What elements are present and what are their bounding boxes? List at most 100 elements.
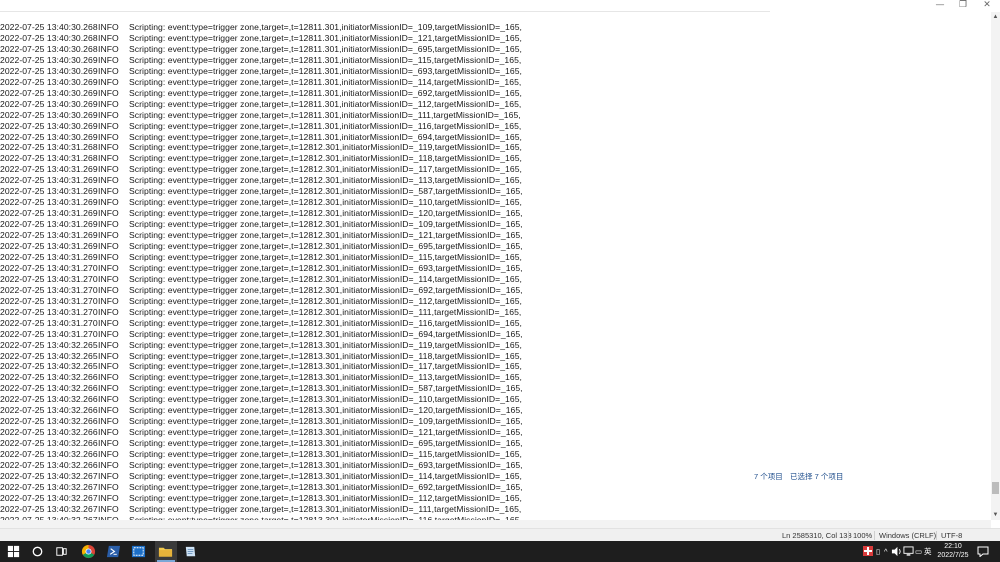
log-timestamp: 2022-07-25 13:40:31.270 bbox=[0, 317, 98, 328]
log-message: Scripting: event:type=trigger zone,targe… bbox=[129, 109, 521, 120]
log-message: Scripting: event:type=trigger zone,targe… bbox=[129, 131, 522, 142]
log-message: Scripting: event:type=trigger zone,targe… bbox=[129, 492, 522, 503]
cursor-position: Ln 2585310, Col 133 bbox=[782, 531, 852, 540]
log-message: Scripting: event:type=trigger zone,targe… bbox=[129, 470, 522, 481]
chrome-icon[interactable] bbox=[81, 544, 96, 559]
antivirus-icon[interactable] bbox=[862, 545, 874, 557]
scrollbar-thumb[interactable] bbox=[992, 482, 999, 494]
log-message: Scripting: event:type=trigger zone,targe… bbox=[129, 32, 522, 43]
log-timestamp: 2022-07-25 13:40:30.269 bbox=[0, 54, 98, 65]
log-level: INFO bbox=[98, 383, 119, 394]
log-timestamp: 2022-07-25 13:40:32.266 bbox=[0, 405, 98, 416]
chevron-up-icon[interactable]: ^ bbox=[884, 541, 888, 562]
log-message: Scripting: event:type=trigger zone,targe… bbox=[129, 427, 523, 438]
log-message: Scripting: event:type=trigger zone,targe… bbox=[129, 438, 523, 449]
log-message: Scripting: event:type=trigger zone,targe… bbox=[129, 503, 522, 514]
log-message: Scripting: event:type=trigger zone,targe… bbox=[129, 65, 522, 76]
log-level: INFO bbox=[98, 273, 119, 284]
log-level: INFO bbox=[98, 427, 119, 438]
log-message: Scripting: event:type=trigger zone,targe… bbox=[129, 22, 522, 32]
log-timestamp: 2022-07-25 13:40:31.269 bbox=[0, 197, 98, 208]
log-message: Scripting: event:type=trigger zone,targe… bbox=[129, 197, 522, 208]
log-message: Scripting: event:type=trigger zone,targe… bbox=[129, 230, 523, 241]
speaker-icon[interactable] bbox=[891, 546, 902, 557]
log-message: Scripting: event:type=trigger zone,targe… bbox=[129, 481, 523, 492]
log-timestamp: 2022-07-25 13:40:31.270 bbox=[0, 328, 98, 339]
log-message: Scripting: event:type=trigger zone,targe… bbox=[129, 175, 522, 186]
file-explorer-icon[interactable] bbox=[158, 544, 173, 559]
powershell-icon[interactable] bbox=[106, 544, 121, 559]
log-message: Scripting: event:type=trigger zone,targe… bbox=[129, 208, 523, 219]
log-level: INFO bbox=[98, 120, 119, 131]
log-timestamp: 2022-07-25 13:40:30.269 bbox=[0, 120, 98, 131]
zoom-level[interactable]: 100% bbox=[853, 530, 872, 541]
log-timestamp: 2022-07-25 13:40:31.270 bbox=[0, 262, 98, 273]
log-level: INFO bbox=[98, 317, 119, 328]
log-level: INFO bbox=[98, 262, 119, 273]
log-message: Scripting: event:type=trigger zone,targe… bbox=[129, 350, 522, 361]
log-level: INFO bbox=[98, 339, 119, 350]
battery-icon[interactable]: ▭ bbox=[915, 541, 922, 562]
maximize-button[interactable]: ❐ bbox=[953, 0, 973, 12]
log-timestamp: 2022-07-25 13:40:30.269 bbox=[0, 98, 98, 109]
vertical-scrollbar[interactable]: ▲ ▼ bbox=[991, 12, 1000, 520]
log-message: Scripting: event:type=trigger zone,targe… bbox=[129, 153, 522, 164]
log-level: INFO bbox=[98, 350, 119, 361]
status-divider bbox=[936, 531, 937, 540]
clock[interactable]: 22:10 2022/7/25 bbox=[935, 543, 971, 560]
log-message: Scripting: event:type=trigger zone,targe… bbox=[129, 262, 523, 273]
log-message: Scripting: event:type=trigger zone,targe… bbox=[129, 98, 522, 109]
search-circle-icon[interactable] bbox=[30, 544, 45, 559]
log-message: Scripting: event:type=trigger zone,targe… bbox=[129, 219, 523, 230]
notepad-icon[interactable] bbox=[183, 544, 198, 559]
log-level: INFO bbox=[98, 481, 119, 492]
log-level: INFO bbox=[98, 208, 119, 219]
log-level: INFO bbox=[98, 416, 119, 427]
network-icon[interactable] bbox=[903, 546, 914, 557]
line-ending[interactable]: Windows (CRLF) bbox=[879, 530, 936, 541]
log-level: INFO bbox=[98, 186, 119, 197]
log-level: INFO bbox=[98, 449, 119, 460]
status-divider bbox=[848, 531, 849, 540]
status-bar: Ln 2585310, Col 133 100% Windows (CRLF) … bbox=[0, 528, 1000, 542]
encoding[interactable]: UTF-8 bbox=[941, 530, 962, 541]
log-timestamp: 2022-07-25 13:40:31.270 bbox=[0, 306, 98, 317]
log-level: INFO bbox=[98, 241, 119, 251]
log-message: Scripting: event:type=trigger zone,targe… bbox=[129, 339, 522, 350]
close-button[interactable]: ✕ bbox=[977, 0, 997, 12]
scroll-down-icon[interactable]: ▼ bbox=[991, 510, 1000, 520]
log-text-area[interactable]: 2022-07-25 13:40:30.268 INFO Scripting: ev… bbox=[0, 12, 985, 520]
log-message: Scripting: event:type=trigger zone,targe… bbox=[129, 317, 522, 328]
log-timestamp: 2022-07-25 13:40:30.269 bbox=[0, 109, 98, 120]
task-view-icon[interactable] bbox=[54, 544, 69, 559]
horizontal-scrollbar[interactable] bbox=[0, 520, 991, 528]
notification-icon[interactable] bbox=[977, 546, 989, 557]
log-level: INFO bbox=[98, 76, 119, 87]
log-message: Scripting: event:type=trigger zone,targe… bbox=[129, 416, 523, 427]
log-level: INFO bbox=[98, 361, 119, 372]
log-message: Scripting: event:type=trigger zone,targe… bbox=[129, 241, 523, 251]
log-level: INFO bbox=[98, 306, 119, 317]
usb-icon[interactable]: ▯ bbox=[876, 541, 880, 562]
log-timestamp: 2022-07-25 13:40:32.266 bbox=[0, 394, 98, 405]
screen-capture-icon[interactable] bbox=[131, 544, 146, 559]
windows-start-icon[interactable] bbox=[6, 544, 21, 559]
log-level: INFO bbox=[98, 54, 119, 65]
clock-date: 2022/7/25 bbox=[937, 551, 969, 559]
log-message: Scripting: event:type=trigger zone,targe… bbox=[129, 449, 522, 460]
log-message: Scripting: event:type=trigger zone,targe… bbox=[129, 405, 523, 416]
log-timestamp: 2022-07-25 13:40:31.269 bbox=[0, 219, 98, 230]
log-level: INFO bbox=[98, 405, 119, 416]
log-timestamp: 2022-07-25 13:40:32.267 bbox=[0, 481, 98, 492]
input-method-indicator[interactable]: 英 bbox=[924, 541, 932, 562]
log-timestamp: 2022-07-25 13:40:30.268 bbox=[0, 22, 98, 32]
log-level: INFO bbox=[98, 43, 119, 54]
explorer-item-count: 7 个项目 bbox=[754, 472, 783, 481]
log-level: INFO bbox=[98, 131, 119, 142]
log-level: INFO bbox=[98, 251, 119, 262]
minimize-button[interactable]: — bbox=[930, 0, 950, 12]
explorer-selected-count: 已选择 7 个项目 bbox=[790, 472, 844, 481]
log-message: Scripting: event:type=trigger zone,targe… bbox=[129, 306, 522, 317]
scroll-up-icon[interactable]: ▲ bbox=[991, 12, 1000, 22]
log-timestamp: 2022-07-25 13:40:32.266 bbox=[0, 427, 98, 438]
